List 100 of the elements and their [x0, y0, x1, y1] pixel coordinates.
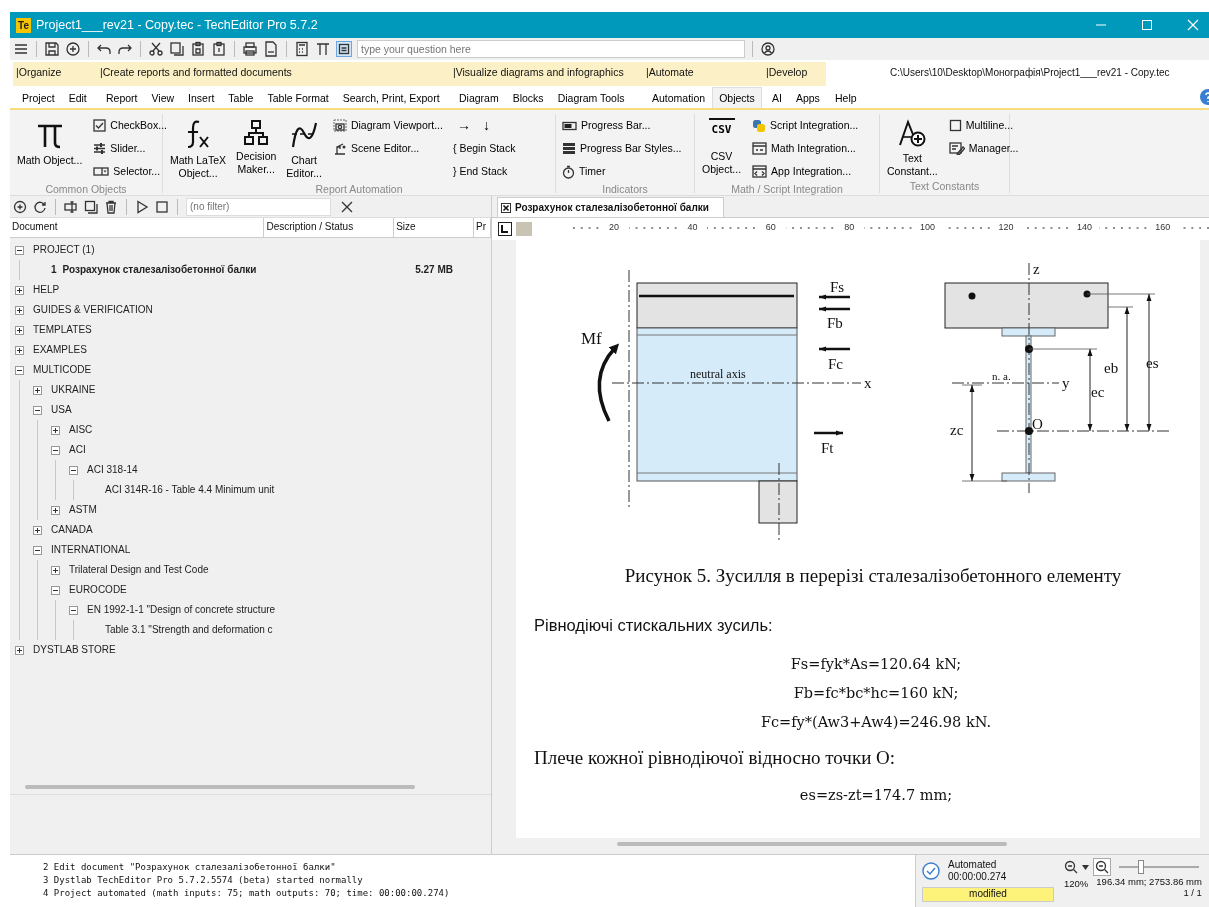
scrollbar[interactable] — [25, 785, 415, 789]
ribbon-tab[interactable]: AI — [765, 87, 789, 108]
plus-box-icon[interactable] — [33, 525, 42, 535]
ribbon-tab[interactable]: Apps — [788, 87, 827, 108]
ribbon-tab[interactable]: Table Format — [260, 87, 336, 108]
ribbon-button[interactable]: Timer — [560, 160, 684, 183]
delete-icon[interactable] — [104, 199, 118, 214]
ribbon-button[interactable]: } End Stack — [450, 160, 518, 183]
add-icon[interactable] — [65, 41, 81, 57]
tree-item[interactable]: MULTICODE — [33, 364, 92, 376]
column-header[interactable]: Description / Status — [266, 221, 354, 232]
ribbon-button[interactable]: Multiline... — [946, 114, 1021, 137]
ribbon-button[interactable]: Selector... — [91, 160, 169, 183]
calculator-icon[interactable] — [294, 41, 310, 57]
tree-item[interactable]: PROJECT (1) — [33, 244, 95, 256]
pi-icon[interactable] — [315, 41, 331, 57]
ribbon-tab[interactable]: Help — [828, 87, 864, 108]
refresh-icon[interactable] — [33, 199, 47, 214]
ribbon-button[interactable]: { Begin Stack — [450, 137, 518, 160]
scrollbar[interactable] — [617, 842, 1007, 846]
cut-icon[interactable] — [148, 41, 164, 57]
maximize-icon[interactable] — [1141, 19, 1153, 31]
minus-box-icon[interactable] — [51, 585, 60, 595]
ribbon-button[interactable]: Chart Editor... — [283, 114, 325, 183]
ribbon-button[interactable]: Math LaTeX Object... — [167, 114, 230, 183]
ribbon-button[interactable]: Slider... — [91, 137, 169, 160]
ribbon-tab[interactable]: View — [144, 87, 182, 108]
document-name[interactable]: Розрахунок сталезалізобетонної балки — [62, 264, 257, 276]
ribbon-tab[interactable]: Diagram — [452, 87, 506, 108]
menu-icon[interactable] — [13, 41, 29, 57]
ribbon-button[interactable]: CSV CSV Object... — [699, 114, 745, 183]
ribbon-button[interactable]: Progress Bar Styles... — [560, 137, 684, 160]
tree-item[interactable]: ACI 318-14 — [87, 464, 138, 476]
plus-box-icon[interactable] — [15, 345, 24, 355]
minus-box-icon[interactable] — [15, 365, 24, 375]
zoom-slider[interactable] — [1137, 860, 1144, 874]
add-icon[interactable] — [13, 199, 27, 214]
file-icon[interactable] — [263, 41, 279, 57]
ribbon-button[interactable]: Diagram Viewport... — [330, 114, 445, 137]
search-field[interactable]: type your question here — [357, 40, 745, 58]
tree-item[interactable]: TEMPLATES — [33, 324, 92, 336]
ribbon-tab[interactable]: Diagram Tools — [550, 87, 632, 108]
zoom-fit-icon[interactable] — [1064, 860, 1078, 874]
tree-item[interactable]: USA — [51, 404, 72, 416]
close-icon[interactable] — [501, 202, 511, 213]
column-header[interactable]: Pr — [476, 221, 487, 232]
copy-icon[interactable] — [169, 41, 185, 57]
tree-item[interactable]: CANADA — [51, 524, 93, 536]
tree-item[interactable]: Table 3.1 "Strength and deformation c — [105, 624, 273, 636]
tree-item[interactable]: GUIDES & VERIFICATION — [33, 304, 153, 316]
ribbon-tab[interactable]: Insert — [181, 87, 222, 108]
column-header[interactable]: Document — [12, 221, 58, 232]
ribbon-button[interactable]: Math Object... — [14, 114, 86, 183]
plus-box-icon[interactable] — [15, 305, 24, 315]
ribbon-tab[interactable]: Report — [99, 87, 145, 108]
tree-item[interactable]: Trilateral Design and Test Code — [69, 564, 209, 576]
tree-item[interactable]: EN 1992-1-1 "Design of concrete structure — [87, 604, 276, 616]
tree-item[interactable]: UKRAINE — [51, 384, 96, 396]
ribbon-tab[interactable]: Project — [15, 87, 62, 108]
tree-item[interactable]: AISC — [69, 424, 93, 436]
ribbon-tab[interactable]: Edit — [61, 87, 94, 108]
save-icon[interactable] — [44, 41, 60, 57]
ribbon-button[interactable]: Scene Editor... — [330, 137, 445, 160]
rename-icon[interactable] — [64, 199, 78, 214]
ribbon-button[interactable]: CheckBox... — [91, 114, 169, 137]
ribbon-button[interactable]: Text Constant... — [884, 114, 941, 181]
minus-box-icon[interactable] — [51, 445, 60, 455]
ribbon-button[interactable]: Progress Bar... — [560, 114, 684, 137]
tree-item[interactable]: INTERNATIONAL — [51, 544, 131, 556]
plus-box-icon[interactable] — [51, 425, 60, 435]
ribbon-tab[interactable]: Blocks — [505, 87, 551, 108]
arrow-button[interactable]: ↓ — [476, 114, 496, 137]
tree-item[interactable]: EUROCODE — [69, 584, 127, 596]
plus-box-icon[interactable] — [51, 505, 60, 515]
ribbon-tab[interactable]: Objects — [712, 87, 762, 108]
column-header[interactable]: Size — [396, 221, 416, 232]
tree-item[interactable]: ASTM — [69, 504, 97, 516]
tree-item[interactable]: ACI — [69, 444, 86, 456]
stop-icon[interactable] — [155, 199, 169, 214]
minus-box-icon[interactable] — [15, 245, 24, 255]
play-icon[interactable] — [135, 199, 149, 214]
minus-box-icon[interactable] — [33, 405, 42, 415]
tree-item[interactable]: DYSTLAB STORE — [33, 644, 116, 656]
clear-icon[interactable] — [341, 200, 353, 213]
clipboard-icon[interactable] — [211, 41, 227, 57]
tab-stop-icon[interactable] — [498, 222, 512, 236]
minus-box-icon[interactable] — [69, 605, 78, 615]
plus-box-icon[interactable] — [15, 325, 24, 335]
ribbon-button[interactable]: App Integration... — [750, 160, 861, 183]
filter-field[interactable]: (no filter) — [186, 197, 331, 216]
ruler-margin-marker[interactable] — [516, 222, 532, 236]
paste-icon[interactable] — [190, 41, 206, 57]
tree-item[interactable]: HELP — [33, 284, 60, 296]
tree-item[interactable]: EXAMPLES — [33, 344, 87, 356]
copy-icon[interactable] — [84, 199, 98, 214]
arrow-button[interactable]: → — [450, 114, 477, 137]
ribbon-tab[interactable]: Table — [221, 87, 261, 108]
ribbon-button[interactable]: Script Integration... — [750, 114, 861, 137]
zoom-out-icon[interactable] — [1095, 860, 1109, 874]
ribbon-button[interactable]: Decision Maker... — [233, 114, 280, 183]
